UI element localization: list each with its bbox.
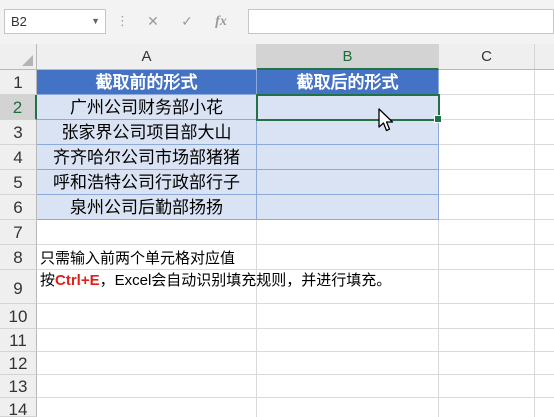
- table-cell-b6[interactable]: [257, 195, 439, 220]
- formula-input[interactable]: [248, 9, 554, 34]
- row-header-14[interactable]: 14: [0, 398, 37, 417]
- row-header-9[interactable]: 9: [0, 270, 37, 304]
- table-cell-a5[interactable]: 呼和浩特公司行政部行子: [37, 170, 257, 195]
- select-all-corner[interactable]: [0, 44, 37, 70]
- gridline: [37, 397, 554, 398]
- table-header-before[interactable]: 截取前的形式: [37, 70, 257, 95]
- row-header-5[interactable]: 5: [0, 170, 37, 195]
- row-header-1[interactable]: 1: [0, 70, 37, 95]
- row-header-6[interactable]: 6: [0, 195, 37, 220]
- formula-bar-splitter[interactable]: ⋮: [116, 11, 129, 33]
- row-header-4[interactable]: 4: [0, 145, 37, 170]
- cancel-icon[interactable]: ✕: [138, 9, 168, 34]
- row-header-3[interactable]: 3: [0, 120, 37, 145]
- column-header-d[interactable]: [535, 44, 554, 70]
- shortcut-text: Ctrl+E: [55, 272, 100, 289]
- column-header-b[interactable]: B: [257, 44, 439, 70]
- active-cell-selection[interactable]: [256, 94, 442, 123]
- table-cell-b5[interactable]: [257, 170, 439, 195]
- column-header-c[interactable]: C: [439, 44, 535, 70]
- function-icon[interactable]: fx: [206, 9, 236, 34]
- table-cell-a4[interactable]: 齐齐哈尔公司市场部猪猪: [37, 145, 257, 170]
- mouse-pointer-icon: [378, 108, 394, 132]
- table-cell-b3[interactable]: [257, 120, 439, 145]
- name-box[interactable]: B2 ▼: [4, 9, 106, 34]
- enter-icon[interactable]: ✓: [172, 9, 202, 34]
- note-line-2: 按Ctrl+E，Excel会自动识别填充规则，并进行填充。: [40, 269, 391, 290]
- gridline: [37, 351, 554, 352]
- row-header-2[interactable]: 2: [0, 95, 37, 120]
- table-header-after[interactable]: 截取后的形式: [257, 70, 439, 95]
- note-line-1: 只需输入前两个单元格对应值: [40, 250, 236, 267]
- formula-bar-buttons: ✕ ✓ fx: [130, 9, 242, 34]
- chevron-down-icon[interactable]: ▼: [91, 10, 100, 33]
- gridline: [37, 374, 554, 375]
- row-header-11[interactable]: 11: [0, 329, 37, 352]
- row-header-8[interactable]: 8: [0, 245, 37, 270]
- fill-handle[interactable]: [434, 115, 442, 123]
- table-cell-a3[interactable]: 张家界公司项目部大山: [37, 120, 257, 145]
- select-all-icon: [22, 55, 33, 66]
- table-cell-a6[interactable]: 泉州公司后勤部扬扬: [37, 195, 257, 220]
- row-header-12[interactable]: 12: [0, 352, 37, 375]
- table-cell-a2[interactable]: 广州公司财务部小花: [37, 95, 257, 120]
- column-header-a[interactable]: A: [37, 44, 257, 70]
- name-box-value: B2: [11, 14, 27, 29]
- row-header-13[interactable]: 13: [0, 375, 37, 398]
- gridline: [37, 244, 554, 245]
- table-cell-b4[interactable]: [257, 145, 439, 170]
- row-header-7[interactable]: 7: [0, 220, 37, 245]
- row-header-10[interactable]: 10: [0, 304, 37, 329]
- spreadsheet-grid: A B C 1 2 3 4 5 6 7 8 9 10 11 12 13 14 截…: [0, 44, 554, 417]
- note-prefix: 按: [40, 272, 56, 289]
- gridline: [37, 328, 554, 329]
- gridline: [37, 303, 554, 304]
- note-suffix: ，Excel会自动识别填充规则，并进行填充。: [99, 272, 392, 289]
